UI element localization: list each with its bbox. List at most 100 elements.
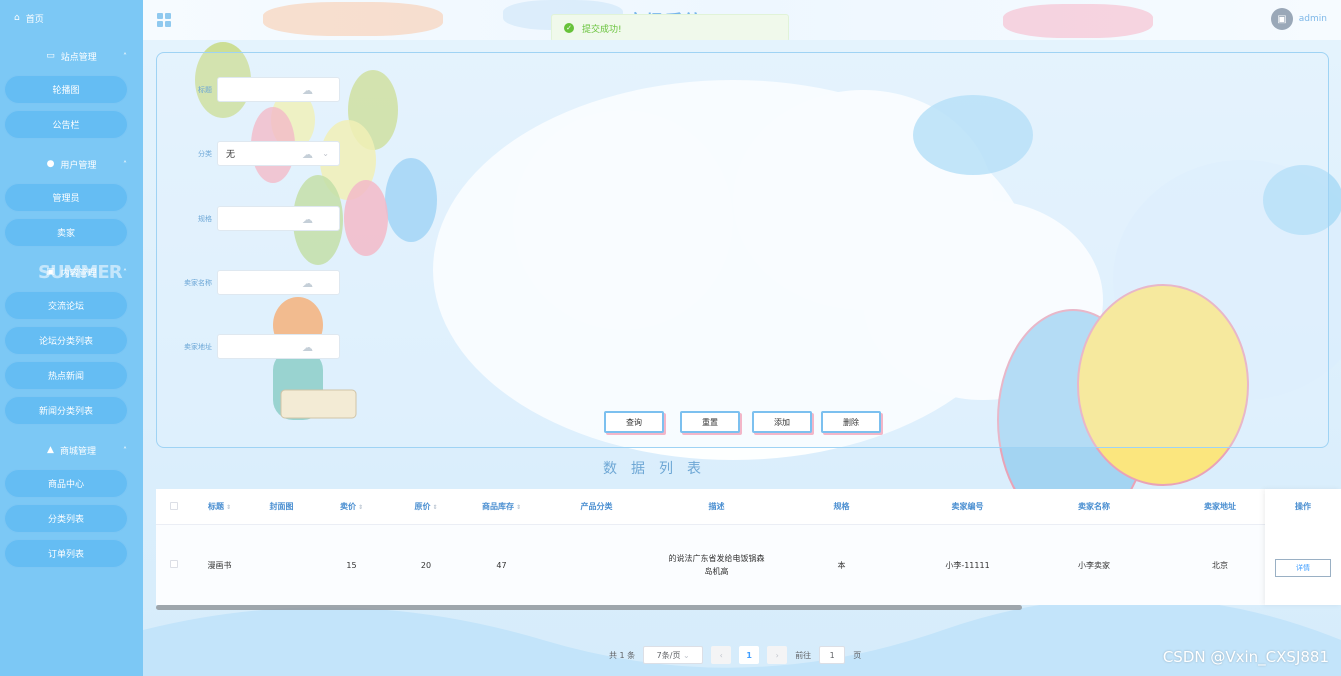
chevron-down-icon: ⌄: [322, 149, 329, 158]
chevron-right-icon: ›: [775, 650, 779, 660]
select-all-checkbox[interactable]: [156, 501, 191, 512]
paint-splash-decoration: [263, 2, 443, 36]
spec-input[interactable]: ☁: [217, 206, 340, 231]
sidebar-item-news[interactable]: 热点新闻: [4, 361, 128, 390]
menu-group-site[interactable]: ▭ 站点管理 ˄: [0, 37, 143, 75]
cell-description: 的说法广东省发给电饭锅森 岛机高: [668, 554, 765, 576]
search-field-category: 分类 无 ☁ ⌄: [157, 141, 340, 166]
field-label: 卖家名称: [184, 278, 212, 287]
list-title: 数据列表: [603, 461, 715, 477]
sort-icon: ⇕: [432, 504, 438, 511]
sidebar-item-news-category[interactable]: 新闻分类列表: [4, 396, 128, 425]
table-header: 标题 ⇕ 封面图 卖价 ⇕ 原价 ⇕ 商品库存 ⇕ 产品分类 描述 规格 卖家编号 卖家…: [156, 489, 1341, 525]
cell-title: 漫画书: [207, 560, 232, 570]
page-unit-label: 页: [853, 650, 862, 660]
column-header-description: 描述: [708, 502, 725, 511]
fixed-action-column: 操作 详情: [1265, 489, 1341, 605]
avatar[interactable]: ▣: [1271, 8, 1293, 30]
search-field-seller-name: 卖家名称 ☁: [157, 270, 340, 295]
column-header-spec: 规格: [833, 502, 850, 511]
watermark: CSDN @Vxin_CXSJ881: [1162, 648, 1329, 666]
chevron-left-icon: ‹: [719, 650, 723, 660]
next-page-button[interactable]: ›: [767, 646, 788, 664]
chevron-down-icon: ⌄: [683, 650, 690, 660]
field-label: 规格: [198, 214, 212, 223]
reset-button[interactable]: 重置: [680, 411, 740, 433]
detail-button[interactable]: 详情: [1275, 559, 1331, 577]
sidebar: ⌂ 首页 ▭ 站点管理 ˄ 轮播图 公告栏 ● 用户管理 ˄ 管理员 卖家 ▣ …: [0, 0, 143, 676]
cell-sell-price: 15: [346, 560, 357, 570]
page-number-current[interactable]: 1: [739, 646, 760, 664]
cell-spec: 本: [837, 560, 846, 570]
category-select[interactable]: 无 ☁ ⌄: [217, 141, 340, 166]
column-header-action: 操作: [1295, 502, 1311, 511]
check-circle-icon: ✓: [564, 23, 574, 33]
cell-seller-id: 小李-11111: [945, 560, 990, 570]
column-header-title[interactable]: 标题 ⇕: [191, 501, 248, 512]
query-button[interactable]: 查询: [604, 411, 664, 433]
table-row: 漫画书 15 20 47 的说法广东省发给电饭锅森 岛机高 本 小李-11111…: [156, 525, 1341, 605]
search-panel: 标题 ☁ 分类 无 ☁ ⌄ 规格 ☁ 卖家名称 ☁ 卖家地址 ☁ 查询 重置 添加 …: [156, 52, 1329, 448]
pagination-total: 共 1 条: [609, 650, 636, 660]
lock-icon: ▲: [47, 445, 54, 455]
home-icon: ⌂: [14, 13, 20, 23]
sidebar-item-products[interactable]: 商品中心: [4, 469, 128, 498]
page-size-select[interactable]: 7条/页 ⌄: [643, 646, 704, 664]
sidebar-item-admin[interactable]: 管理员: [4, 183, 128, 212]
prev-page-button[interactable]: ‹: [711, 646, 732, 664]
add-button[interactable]: 添加: [752, 411, 812, 433]
menu-group-users[interactable]: ● 用户管理 ˄: [0, 145, 143, 183]
cloud-icon: ☁: [302, 341, 313, 354]
column-header-cover: 封面图: [269, 502, 294, 511]
sidebar-item-orders[interactable]: 订单列表: [4, 539, 128, 568]
username[interactable]: admin: [1299, 14, 1327, 24]
cell-stock: 47: [496, 560, 507, 570]
cloud-icon: ☁: [302, 277, 313, 290]
field-label: 卖家地址: [184, 342, 212, 351]
sidebar-item-forum[interactable]: 交流论坛: [4, 291, 128, 320]
cell-orig-price: 20: [420, 560, 432, 570]
user-icon: ●: [46, 159, 55, 169]
sidebar-item-categories[interactable]: 分类列表: [4, 504, 128, 533]
main-content: 标题 ☁ 分类 无 ☁ ⌄ 规格 ☁ 卖家名称 ☁ 卖家地址 ☁ 查询 重置 添加 …: [143, 40, 1341, 676]
title-input[interactable]: ☁: [217, 77, 340, 102]
goto-page-input[interactable]: 1: [819, 646, 846, 664]
delete-button[interactable]: 删除: [821, 411, 881, 433]
field-label: 标题: [198, 85, 212, 94]
cloud-icon: ☁: [302, 148, 313, 161]
column-header-seller-name: 卖家名称: [1078, 502, 1110, 511]
menu-group-site-label: 站点管理: [60, 52, 97, 63]
column-header-stock[interactable]: 商品库存 ⇕: [464, 501, 539, 512]
sidebar-home-label: 首页: [25, 14, 44, 25]
cloud-icon: ☁: [302, 213, 313, 226]
menu-group-users-label: 用户管理: [60, 160, 97, 171]
sidebar-item-seller[interactable]: 卖家: [4, 218, 128, 247]
sidebar-item-forum-category[interactable]: 论坛分类列表: [4, 326, 128, 355]
image-icon: ▣: [1277, 13, 1287, 25]
chevron-up-icon: ˄: [123, 267, 127, 277]
menu-group-mall[interactable]: ▲ 商城管理 ˄: [0, 431, 143, 469]
summer-banner: SUMMER: [38, 262, 123, 283]
sidebar-home[interactable]: ⌂ 首页: [0, 0, 143, 36]
pagination: 共 1 条 7条/页 ⌄ ‹ 1 › 前往 1 页: [609, 646, 861, 664]
horizontal-scrollbar[interactable]: [156, 605, 1022, 610]
chevron-up-icon: ˄: [123, 51, 127, 61]
search-field-title: 标题 ☁: [157, 77, 340, 102]
goto-label: 前往: [795, 650, 812, 660]
sort-icon: ⇕: [357, 504, 364, 511]
seller-address-input[interactable]: ☁: [217, 334, 340, 359]
monitor-icon: ▭: [46, 51, 55, 61]
menu-toggle-icon[interactable]: [157, 13, 171, 27]
sidebar-item-carousel[interactable]: 轮播图: [4, 75, 128, 104]
search-field-seller-address: 卖家地址 ☁: [157, 334, 340, 359]
sort-icon: ⇕: [515, 504, 522, 511]
cloud-icon: ☁: [302, 84, 313, 97]
menu-group-mall-label: 商城管理: [59, 446, 96, 457]
column-header-orig-price[interactable]: 原价 ⇕: [388, 501, 464, 512]
field-label: 分类: [198, 149, 212, 158]
column-header-sell-price[interactable]: 卖价 ⇕: [315, 501, 388, 512]
row-checkbox[interactable]: [156, 560, 191, 570]
sidebar-item-notice[interactable]: 公告栏: [4, 110, 128, 139]
chevron-up-icon: ˄: [123, 159, 127, 169]
seller-name-input[interactable]: ☁: [217, 270, 340, 295]
